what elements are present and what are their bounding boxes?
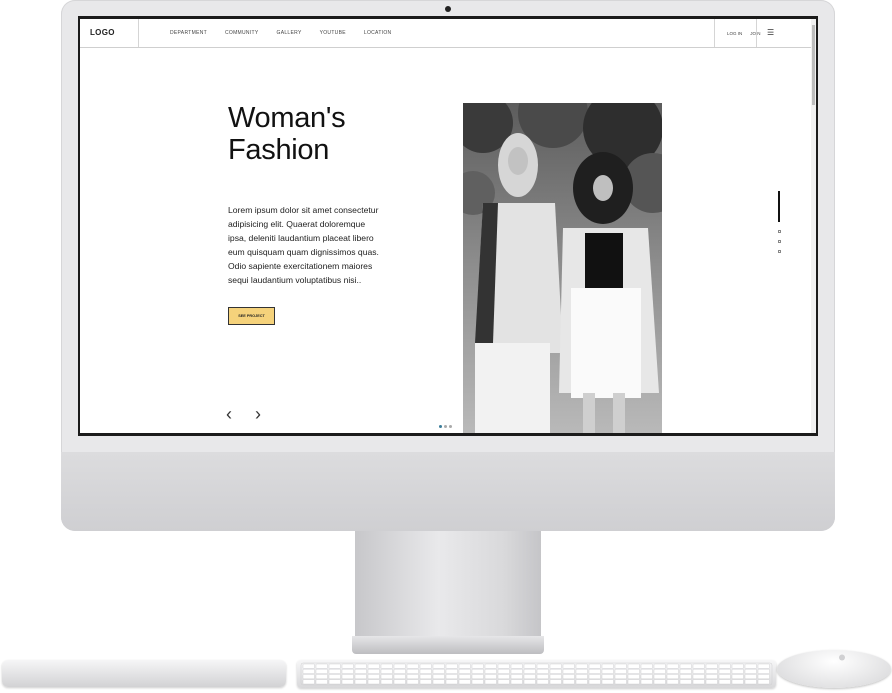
nav-link-department[interactable]: DEPARTMENT [170,30,207,36]
trackpad [2,660,286,687]
login-link[interactable]: LOG IN [727,31,742,36]
section-dot[interactable] [778,250,781,253]
imac-chin [61,452,835,531]
active-section-bar[interactable] [778,191,780,222]
camera-icon [445,6,451,12]
slide-dot[interactable] [444,425,447,428]
imac-stand-base [352,636,544,654]
slide-dot[interactable] [449,425,452,428]
scrollbar-thumb[interactable] [812,25,815,105]
top-nav: LOGO DEPARTMENT COMMUNITY GALLERY YOUTUB… [80,19,816,48]
apple-logo-icon [839,654,845,661]
imac-stand [355,531,541,639]
nav-divider [138,19,139,47]
nav-divider [756,19,757,47]
keyboard [297,660,776,688]
nav-links: DEPARTMENT COMMUNITY GALLERY YOUTUBE LOC… [170,30,391,36]
slide-dots [439,425,452,428]
nav-link-gallery[interactable]: GALLERY [277,30,302,36]
logo[interactable]: LOGO [90,28,115,37]
website-screen: LOGO DEPARTMENT COMMUNITY GALLERY YOUTUB… [80,19,816,433]
nav-link-location[interactable]: LOCATION [364,30,392,36]
fashion-photo [463,103,662,433]
hero-description: Lorem ipsum dolor sit amet consectetur a… [228,205,379,285]
hamburger-icon[interactable]: ☰ [767,28,774,37]
nav-link-community[interactable]: COMMUNITY [225,30,259,36]
section-dot[interactable] [778,240,781,243]
magic-mouse [777,650,891,688]
chevron-left-icon[interactable]: ‹ [226,405,232,423]
see-project-button[interactable]: SEE PROJECT [228,307,275,325]
hero-title: Woman's Fashion [228,102,346,166]
chevron-right-icon[interactable]: › [255,405,261,423]
nav-divider [714,19,715,47]
nav-link-youtube[interactable]: YOUTUBE [320,30,346,36]
section-dot[interactable] [778,230,781,233]
slide-dot-active[interactable] [439,425,442,428]
